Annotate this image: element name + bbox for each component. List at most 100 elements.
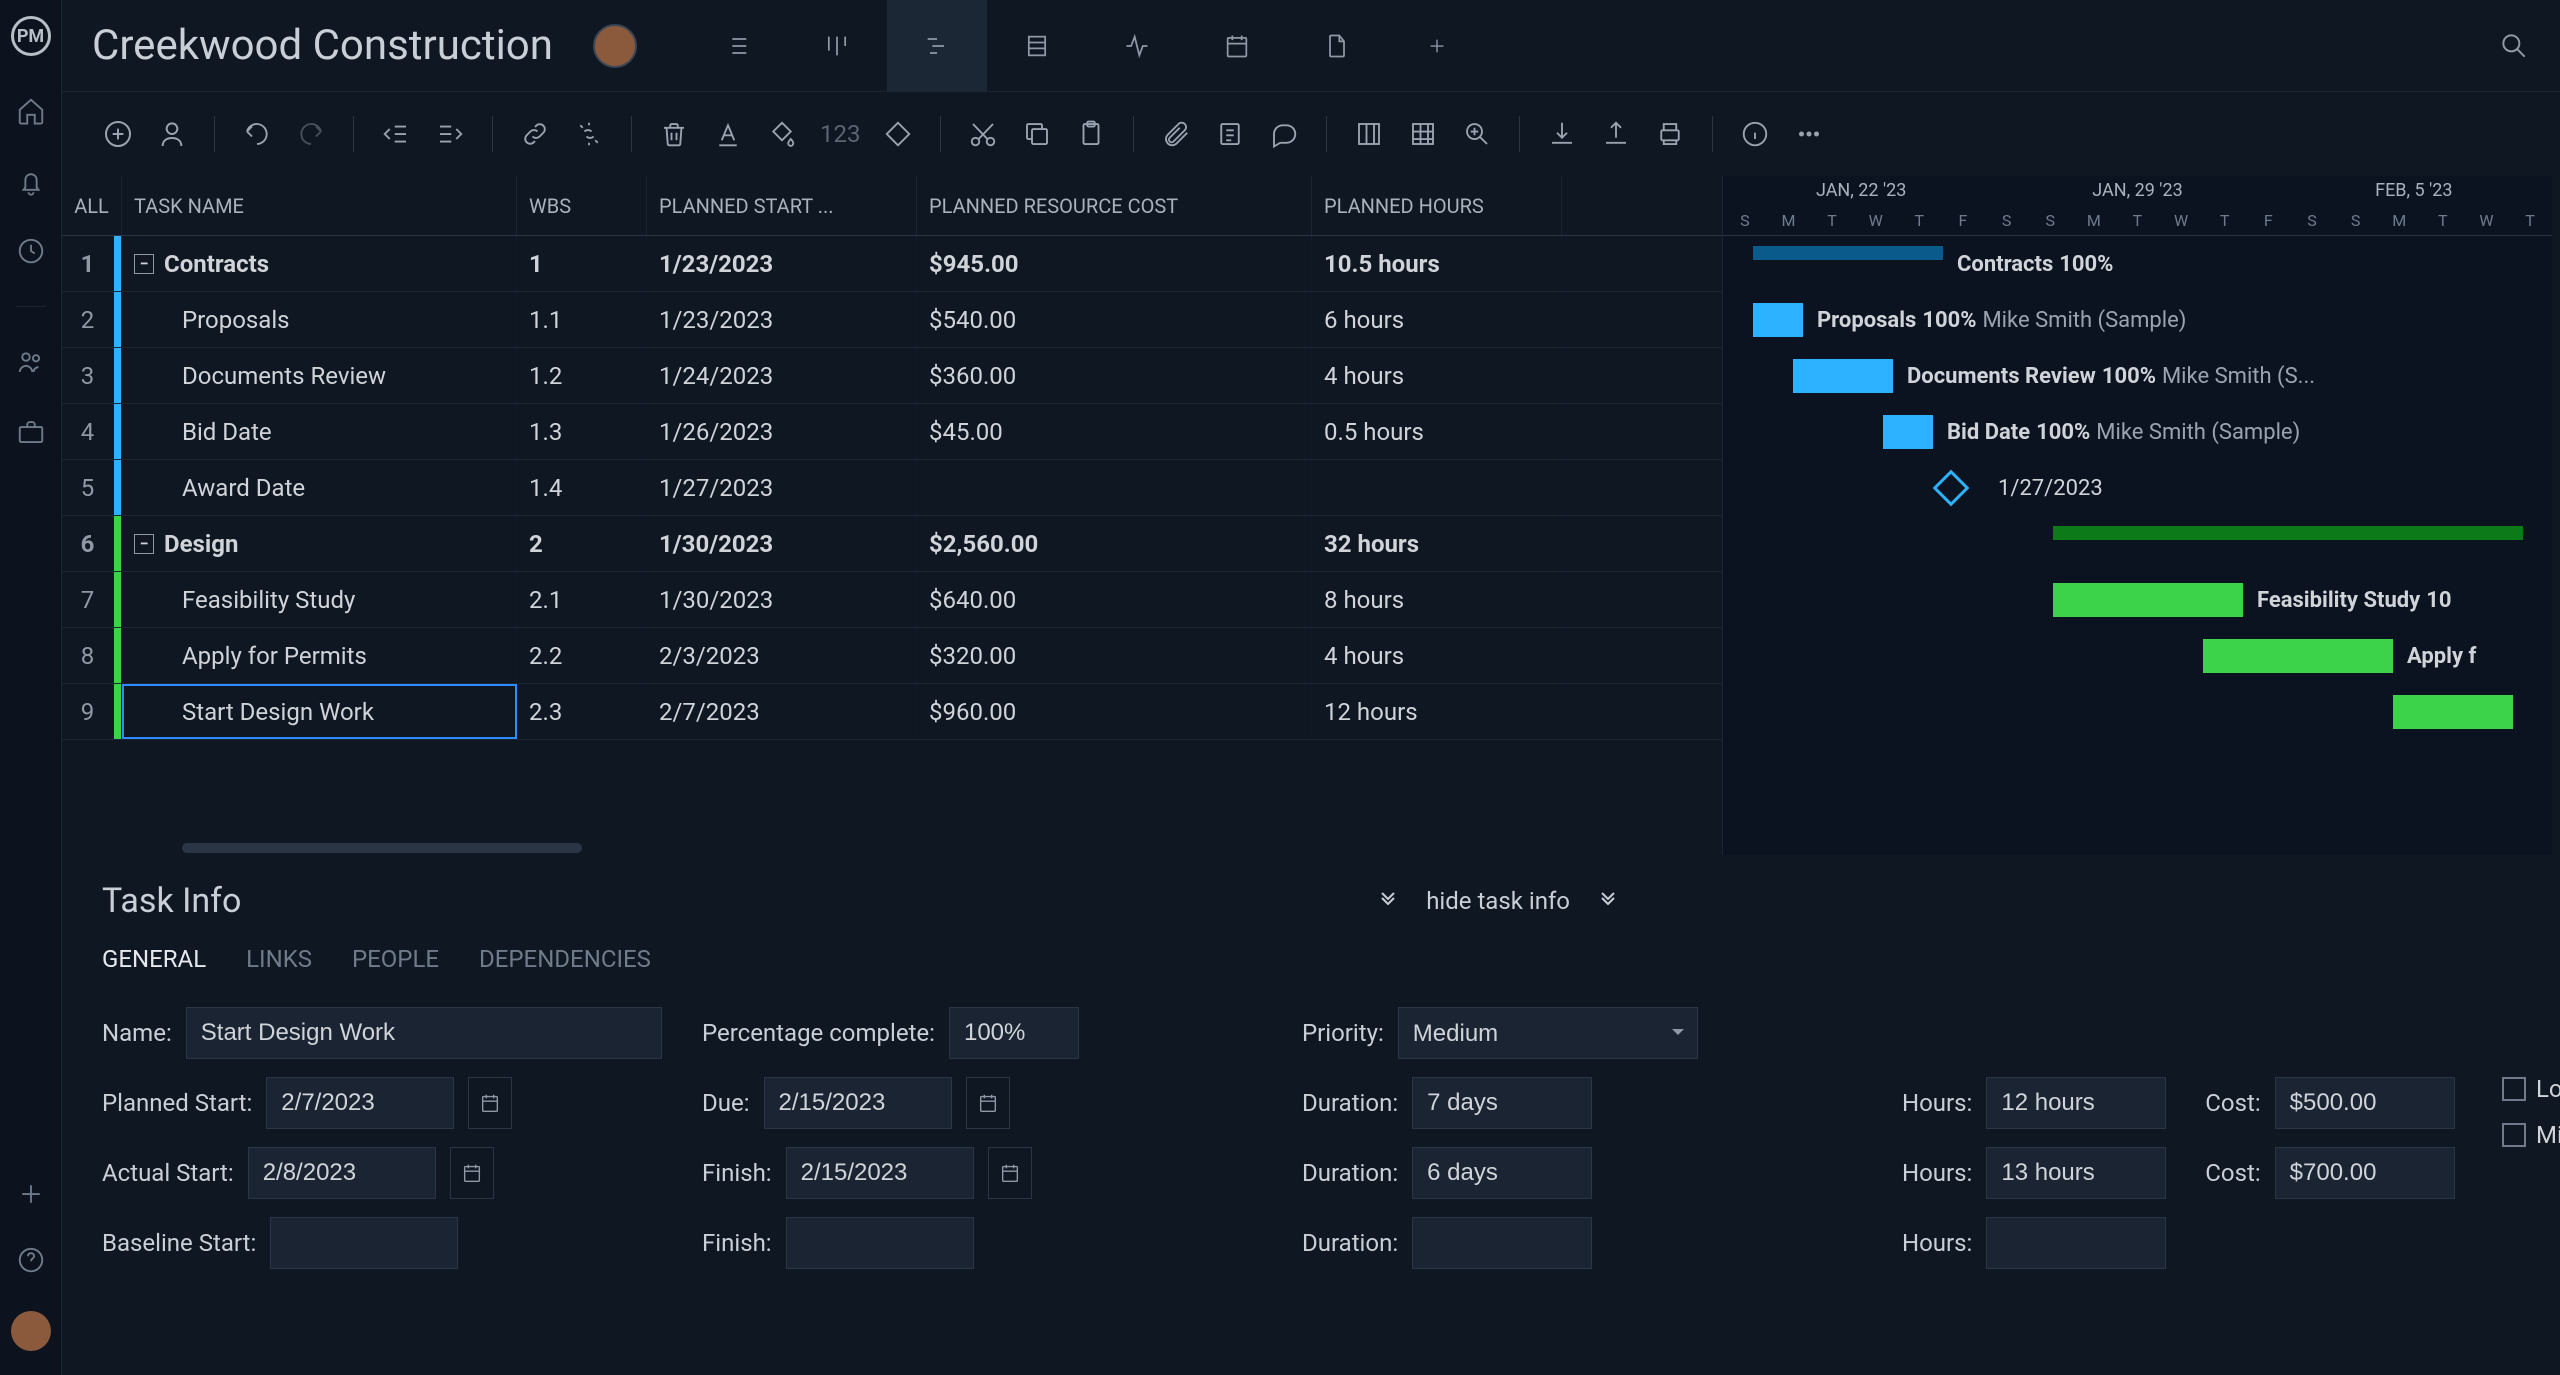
gantt-row[interactable]: Documents Review100%Mike Smith (S... xyxy=(1723,348,2552,404)
collapse-right-icon[interactable] xyxy=(1596,889,1620,913)
table-row[interactable]: 2 Proposals 1.1 1/23/2023 $540.00 6 hour… xyxy=(62,292,1722,348)
user-avatar[interactable] xyxy=(11,1311,51,1351)
task-name-cell[interactable]: Start Design Work xyxy=(122,684,517,739)
redo-icon[interactable] xyxy=(295,118,327,150)
text-color-icon[interactable] xyxy=(712,118,744,150)
paste-icon[interactable] xyxy=(1075,118,1107,150)
planned-cost-field[interactable] xyxy=(2275,1077,2455,1129)
pct-field[interactable] xyxy=(949,1007,1079,1059)
search-icon[interactable] xyxy=(2498,30,2530,62)
table-row[interactable]: 5 Award Date 1.4 1/27/2023 xyxy=(62,460,1722,516)
table-row[interactable]: 7 Feasibility Study 2.1 1/30/2023 $640.0… xyxy=(62,572,1722,628)
collapse-icon[interactable]: − xyxy=(134,254,154,274)
collapse-icon[interactable]: − xyxy=(134,534,154,554)
calendar-icon[interactable] xyxy=(468,1077,512,1129)
clock-icon[interactable] xyxy=(16,236,46,266)
col-all[interactable]: ALL xyxy=(62,176,122,235)
unlink-icon[interactable] xyxy=(573,118,605,150)
view-activity-icon[interactable] xyxy=(1087,0,1187,92)
task-name-cell[interactable]: Award Date xyxy=(122,460,517,515)
view-file-icon[interactable] xyxy=(1287,0,1387,92)
gantt-row[interactable]: Proposals100%Mike Smith (Sample) xyxy=(1723,292,2552,348)
baseline-hours-field[interactable] xyxy=(1986,1217,2166,1269)
info-icon[interactable] xyxy=(1739,118,1771,150)
export-icon[interactable] xyxy=(1600,118,1632,150)
col-cost[interactable]: PLANNED RESOURCE COST xyxy=(917,176,1312,235)
col-start[interactable]: PLANNED START ... xyxy=(647,176,917,235)
actual-cost-field[interactable] xyxy=(2275,1147,2455,1199)
col-hours[interactable]: PLANNED HOURS xyxy=(1312,176,1562,235)
project-avatar[interactable] xyxy=(593,24,637,68)
locked-checkbox[interactable]: Locked xyxy=(2502,1075,2560,1103)
table-row[interactable]: 4 Bid Date 1.3 1/26/2023 $45.00 0.5 hour… xyxy=(62,404,1722,460)
app-logo[interactable]: PM xyxy=(11,16,51,56)
table-row[interactable]: 9 Start Design Work 2.3 2/7/2023 $960.00… xyxy=(62,684,1722,740)
hide-task-info-button[interactable]: hide task info xyxy=(1426,887,1570,915)
task-name-cell[interactable]: Bid Date xyxy=(122,404,517,459)
cut-icon[interactable] xyxy=(967,118,999,150)
table-row[interactable]: 8 Apply for Permits 2.2 2/3/2023 $320.00… xyxy=(62,628,1722,684)
gantt-row[interactable]: 1/27/2023 xyxy=(1723,460,2552,516)
calendar-icon[interactable] xyxy=(450,1147,494,1199)
indent-icon[interactable] xyxy=(434,118,466,150)
milestone-marker[interactable] xyxy=(1933,470,1970,507)
print-icon[interactable] xyxy=(1654,118,1686,150)
view-calendar-icon[interactable] xyxy=(1187,0,1287,92)
gantt-row[interactable] xyxy=(1723,684,2552,740)
task-name-cell[interactable]: −Contracts xyxy=(122,236,517,291)
planned-duration-field[interactable] xyxy=(1412,1077,1592,1129)
table-row[interactable]: 3 Documents Review 1.2 1/24/2023 $360.00… xyxy=(62,348,1722,404)
gantt-bar[interactable] xyxy=(1793,359,1893,393)
gantt-bar[interactable] xyxy=(2053,583,2243,617)
gantt-bar[interactable] xyxy=(1753,303,1803,337)
gantt-row[interactable]: Feasibility Study10 xyxy=(1723,572,2552,628)
planned-hours-field[interactable] xyxy=(1986,1077,2166,1129)
import-icon[interactable] xyxy=(1546,118,1578,150)
gantt-bar[interactable] xyxy=(1883,415,1933,449)
delete-icon[interactable] xyxy=(658,118,690,150)
tab-dependencies[interactable]: DEPENDENCIES xyxy=(479,945,651,973)
gantt-bar[interactable] xyxy=(1753,246,1943,260)
people-icon[interactable] xyxy=(16,347,46,377)
tab-general[interactable]: GENERAL xyxy=(102,945,206,973)
add-task-icon[interactable] xyxy=(102,118,134,150)
view-list-icon[interactable] xyxy=(687,0,787,92)
home-icon[interactable] xyxy=(16,96,46,126)
baseline-duration-field[interactable] xyxy=(1412,1217,1592,1269)
calendar-icon[interactable] xyxy=(988,1147,1032,1199)
due-field[interactable] xyxy=(764,1077,952,1129)
zoom-in-icon[interactable] xyxy=(1461,118,1493,150)
actual-duration-field[interactable] xyxy=(1412,1147,1592,1199)
actual-hours-field[interactable] xyxy=(1986,1147,2166,1199)
gantt-row[interactable]: Bid Date100%Mike Smith (Sample) xyxy=(1723,404,2552,460)
task-name-cell[interactable]: Documents Review xyxy=(122,348,517,403)
briefcase-icon[interactable] xyxy=(16,417,46,447)
tab-people[interactable]: PEOPLE xyxy=(352,945,439,973)
table-hscroll[interactable] xyxy=(62,841,1722,855)
task-name-cell[interactable]: Proposals xyxy=(122,292,517,347)
baseline-start-field[interactable] xyxy=(270,1217,458,1269)
finish-field[interactable] xyxy=(786,1147,974,1199)
grid-icon[interactable] xyxy=(1407,118,1439,150)
calendar-icon[interactable] xyxy=(966,1077,1010,1129)
priority-select[interactable]: Medium xyxy=(1398,1007,1698,1059)
gantt-row[interactable]: Apply f xyxy=(1723,628,2552,684)
view-board-icon[interactable] xyxy=(787,0,887,92)
view-sheet-icon[interactable] xyxy=(987,0,1087,92)
task-name-cell[interactable]: Apply for Permits xyxy=(122,628,517,683)
tab-links[interactable]: LINKS xyxy=(246,945,312,973)
more-icon[interactable] xyxy=(1793,118,1825,150)
task-name-cell[interactable]: −Design xyxy=(122,516,517,571)
view-gantt-icon[interactable] xyxy=(887,0,987,92)
actual-start-field[interactable] xyxy=(248,1147,436,1199)
collapse-left-icon[interactable] xyxy=(1376,889,1400,913)
gantt-row[interactable]: Contracts100% xyxy=(1723,236,2552,292)
assign-icon[interactable] xyxy=(156,118,188,150)
notes-icon[interactable] xyxy=(1214,118,1246,150)
comment-icon[interactable] xyxy=(1268,118,1300,150)
milestone-checkbox[interactable]: Milestone xyxy=(2502,1121,2560,1149)
name-field[interactable] xyxy=(186,1007,662,1059)
copy-icon[interactable] xyxy=(1021,118,1053,150)
gantt-bar[interactable] xyxy=(2203,639,2393,673)
gantt-row[interactable] xyxy=(1723,516,2552,572)
